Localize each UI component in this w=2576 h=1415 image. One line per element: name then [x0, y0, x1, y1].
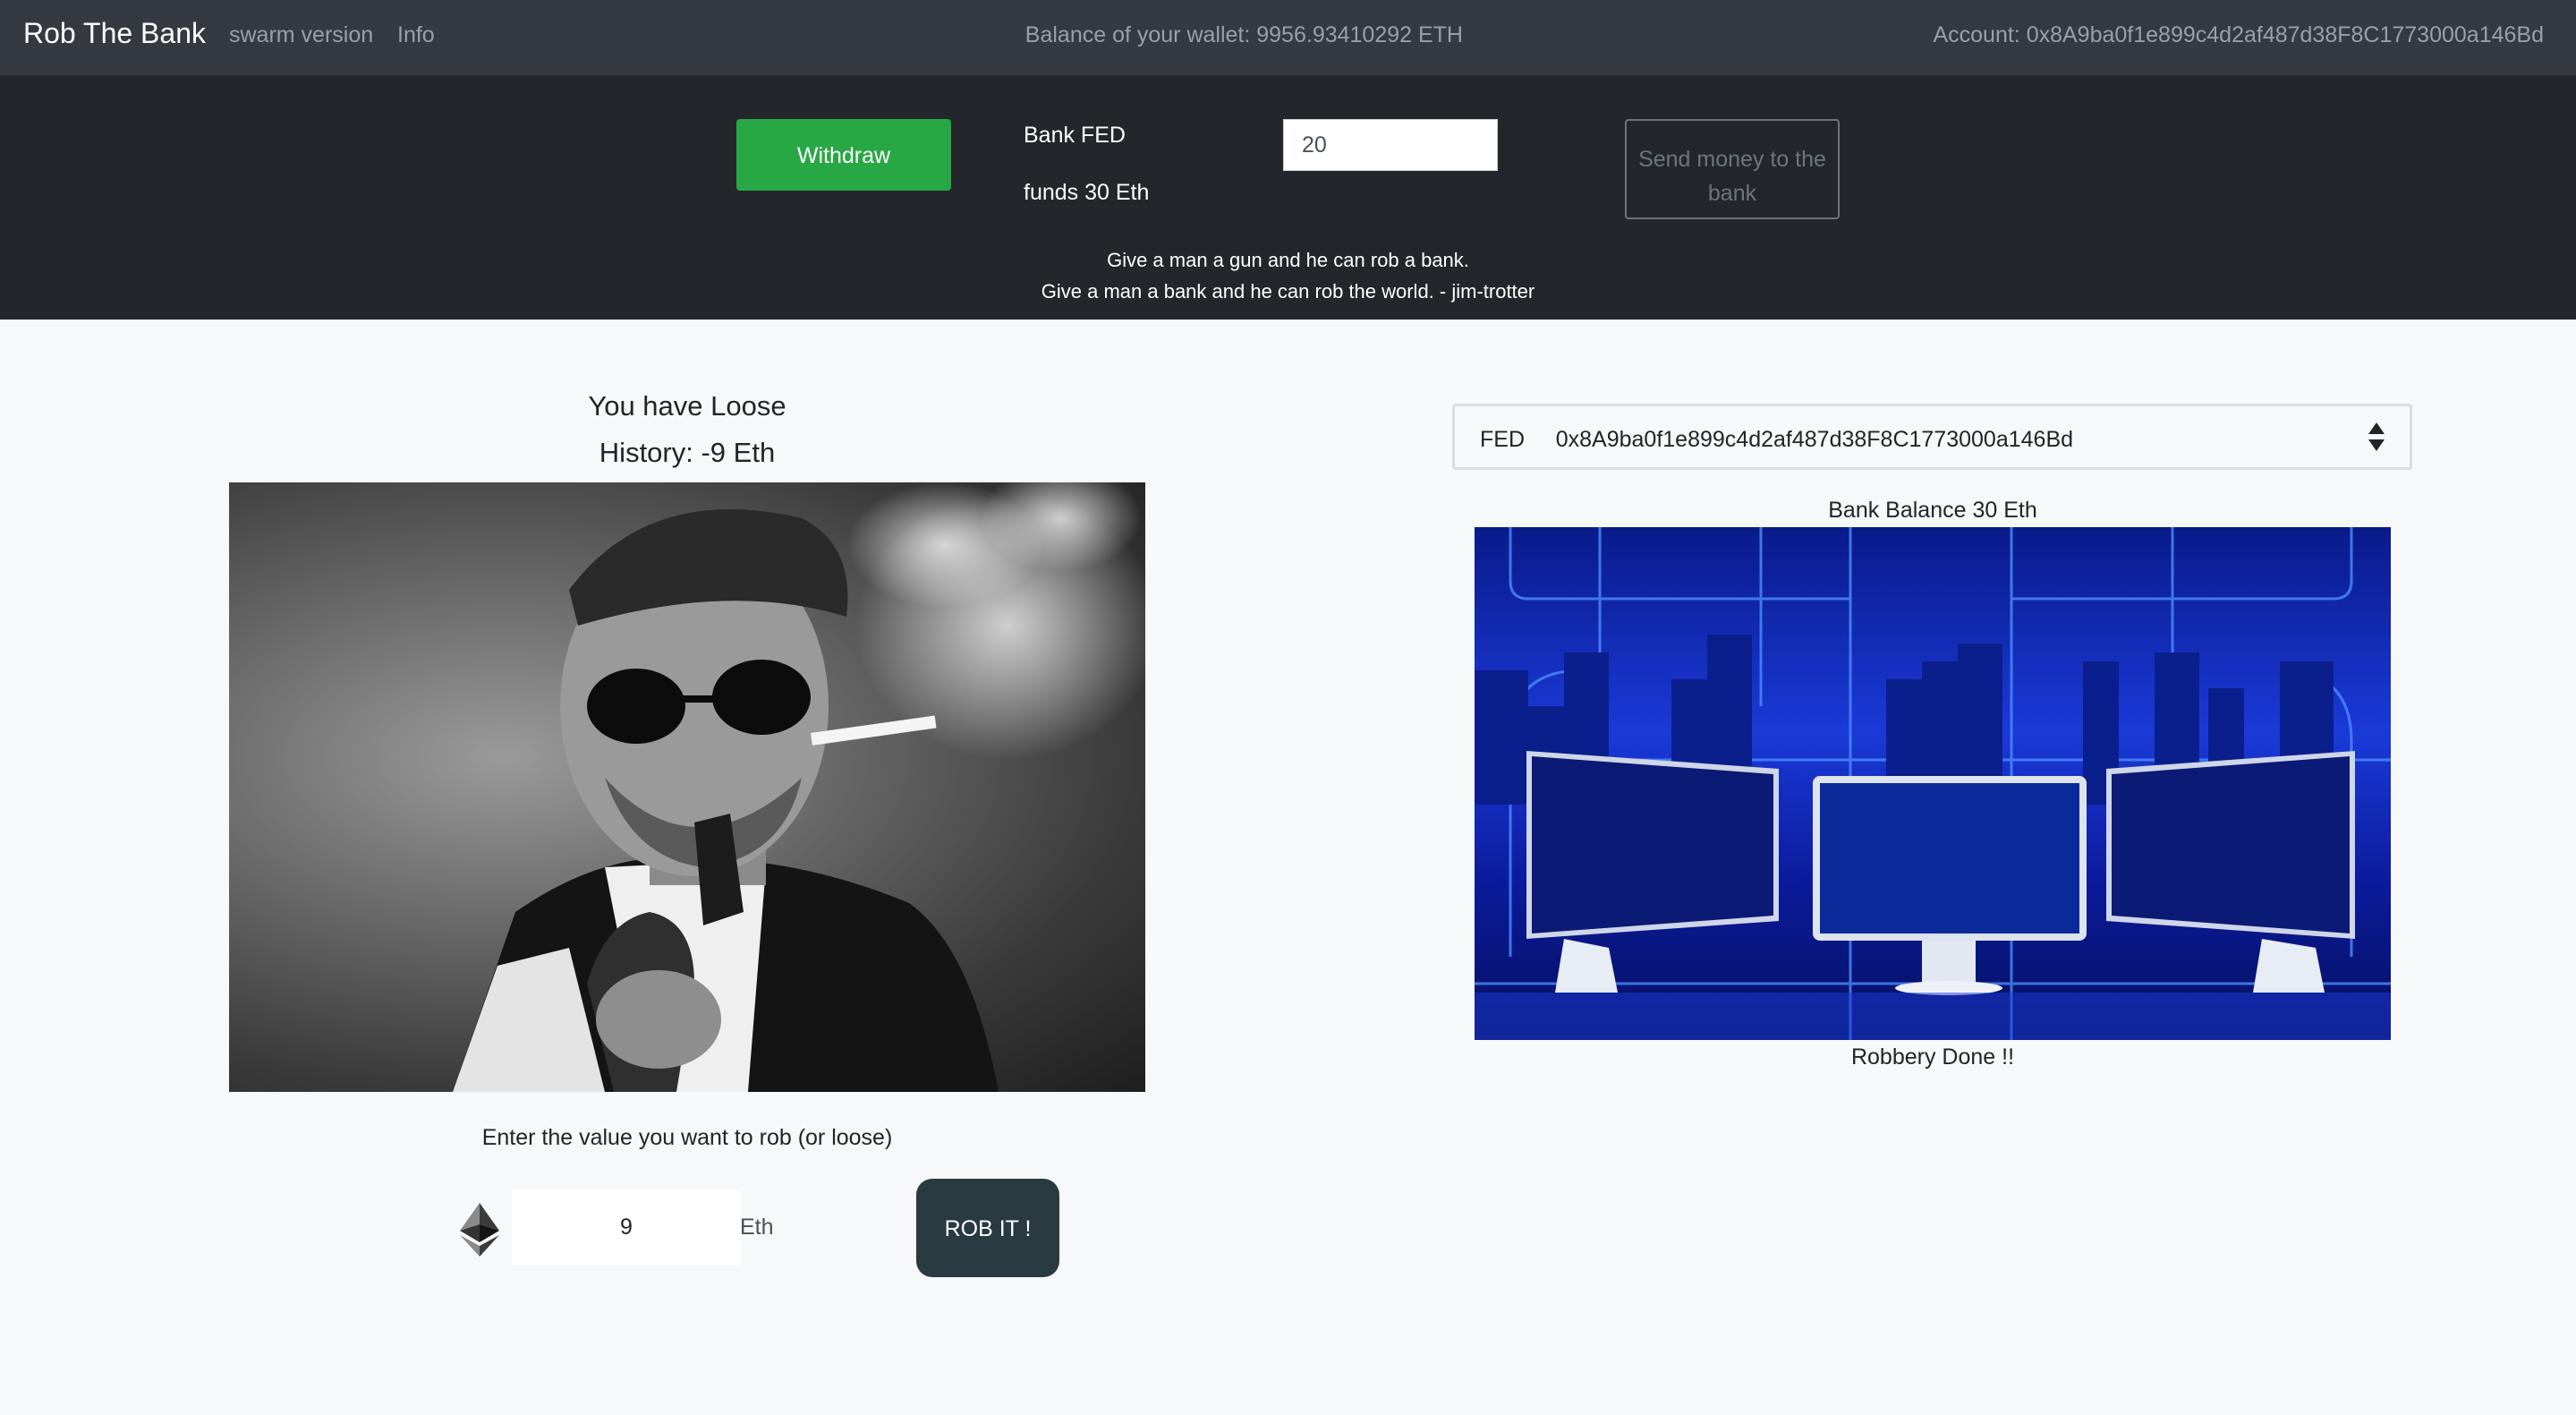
rob-it-button[interactable]: ROB IT ! — [916, 1179, 1059, 1277]
brand-title[interactable]: Rob The Bank — [23, 17, 206, 50]
bank-image — [1475, 527, 2391, 1040]
bank-illustration — [1475, 527, 2391, 1040]
send-amount-input[interactable] — [1283, 119, 1498, 171]
navbar: Rob The Bank swarm version Info Balance … — [0, 0, 2576, 76]
rob-value-unit: Eth — [740, 1215, 774, 1240]
nav-link-swarm-version[interactable]: swarm version — [229, 22, 373, 48]
bank-funds: funds 30 Eth — [1024, 180, 1150, 205]
wallet-account: Account: 0x8A9ba0f1e899c4d2af487d38F8C17… — [1933, 22, 2544, 47]
game-result-title: You have Loose — [588, 390, 786, 422]
robber-image — [229, 482, 1145, 1092]
nav-link-info[interactable]: Info — [397, 22, 435, 48]
send-money-button[interactable]: Send money to the bank — [1625, 119, 1840, 219]
bank-select[interactable]: FED 0x8A9ba0f1e899c4d2af487d38F8C1773000… — [1452, 404, 2412, 470]
updown-arrows-icon — [2368, 422, 2385, 451]
bank-select-value: FED 0x8A9ba0f1e899c4d2af487d38F8C1773000… — [1480, 427, 2074, 452]
rob-value-label: Enter the value you want to rob (or loos… — [481, 1125, 893, 1150]
quote-line-2: Give a man a bank and he can rob the wor… — [1041, 280, 1535, 303]
ethereum-icon — [460, 1203, 499, 1257]
robbery-status: Robbery Done !! — [1850, 1044, 2015, 1070]
bank-name: Bank FED — [1024, 123, 1126, 148]
wallet-balance: Balance of your wallet: 9956.93410292 ET… — [1024, 22, 1463, 47]
robber-illustration — [453, 482, 1145, 1092]
game-history: History: -9 Eth — [599, 437, 776, 468]
rob-value-input[interactable] — [512, 1190, 741, 1265]
bank-balance: Bank Balance 30 Eth — [1828, 498, 2037, 523]
bank-panel: Withdraw Bank FED funds 30 Eth Send mone… — [0, 76, 2576, 320]
quote-line-1: Give a man a gun and he can rob a bank. — [1107, 249, 1469, 271]
withdraw-button[interactable]: Withdraw — [736, 119, 951, 191]
